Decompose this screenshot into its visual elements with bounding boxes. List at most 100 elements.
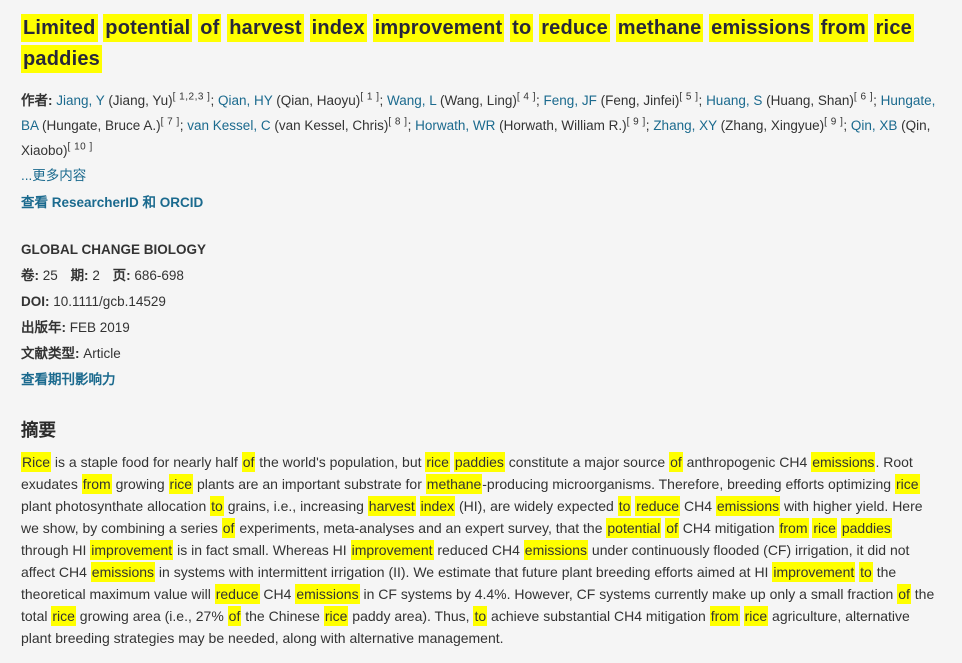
more-authors-line: ...更多内容 [21, 165, 941, 187]
researcherid-line: 查看 ResearcherID 和 ORCID [21, 192, 941, 214]
title-word-highlight: Limited [21, 14, 98, 42]
author-link[interactable]: Huang, S [706, 93, 762, 108]
highlighted-term: paddies [454, 452, 505, 472]
authors-list: Jiang, Y (Jiang, Yu)[ 1,2,3 ]; Qian, HY … [21, 93, 935, 158]
text-segment: is a staple food for nearly half [51, 454, 242, 470]
text-segment: plants are an important substrate for [193, 476, 426, 492]
author-link[interactable]: Horwath, WR [415, 118, 495, 133]
text-segment: experiments, meta-analyses and an expert… [235, 520, 606, 536]
author-link[interactable]: Feng, JF [544, 93, 597, 108]
doc-type-label: 文献类型: [21, 346, 80, 361]
title-word-highlight: from [819, 14, 868, 42]
highlighted-term: rice [169, 474, 194, 494]
title-word-highlight: harvest [227, 14, 304, 42]
issue-label: 期: [71, 268, 89, 283]
highlighted-term: to [210, 496, 224, 516]
author-separator: ; [843, 118, 851, 133]
text-segment: the Chinese [241, 608, 324, 624]
journal-impact-link[interactable]: 查看期刊影响力 [21, 372, 116, 387]
text-segment: through HI [21, 542, 90, 558]
highlighted-term: emissions [716, 496, 780, 516]
highlighted-term: potential [606, 518, 661, 538]
pub-year-value: FEB 2019 [70, 320, 130, 335]
author-superscript: [ 9 ] [824, 116, 843, 127]
text-segment: paddy area). Thus, [348, 608, 473, 624]
text-segment: CH4 [260, 586, 296, 602]
text-segment: -producing microorganisms. Therefore, br… [482, 476, 895, 492]
text-segment: reduced CH4 [434, 542, 524, 558]
author-superscript: [ 1,2,3 ] [173, 92, 211, 103]
journal-impact-line: 查看期刊影响力 [21, 370, 941, 390]
highlighted-term: of [665, 518, 679, 538]
text-segment: in CF systems by 4.4%. However, CF syste… [360, 586, 898, 602]
volume-issue-pages-line: 卷: 25 期: 2 页: 686-698 [21, 266, 941, 286]
author-link[interactable]: Jiang, Y [56, 93, 104, 108]
volume-value: 25 [43, 268, 58, 283]
author-fullname: (Jiang, Yu) [105, 93, 173, 108]
highlighted-term: to [618, 496, 632, 516]
author-separator: ; [536, 93, 544, 108]
highlighted-term: from [710, 606, 740, 626]
text-segment: the world's population, but [255, 454, 425, 470]
highlighted-term: improvement [90, 540, 173, 560]
title-word-highlight: improvement [373, 14, 505, 42]
doi-line: DOI: 10.1111/gcb.14529 [21, 292, 941, 312]
highlighted-term: methane [426, 474, 482, 494]
author-superscript: [ 8 ] [388, 116, 407, 127]
text-segment: growing area (i.e., 27% [76, 608, 228, 624]
pages-value: 686-698 [134, 268, 184, 283]
highlighted-term: emissions [811, 452, 875, 472]
author-fullname: (van Kessel, Chris) [271, 118, 389, 133]
highlighted-term: of [222, 518, 236, 538]
text-segment: CH4 [680, 498, 716, 514]
author-separator: ; [873, 93, 881, 108]
researcherid-orcid-link[interactable]: 查看 ResearcherID 和 ORCID [21, 195, 203, 210]
author-superscript: [ 5 ] [679, 92, 698, 103]
text-segment: achieve substantial CH4 mitigation [487, 608, 710, 624]
doc-type-line: 文献类型: Article [21, 344, 941, 364]
abstract-heading: 摘要 [21, 417, 941, 442]
highlighted-term: from [82, 474, 112, 494]
doi-label: DOI: [21, 294, 50, 309]
text-segment: (HI), are widely expected [455, 498, 618, 514]
author-separator: ; [210, 93, 218, 108]
more-authors-link[interactable]: ...更多内容 [21, 168, 86, 183]
highlighted-term: of [669, 452, 683, 472]
highlighted-term: emissions [91, 562, 155, 582]
issue-value: 2 [92, 268, 100, 283]
highlighted-term: of [242, 452, 256, 472]
text-segment: is in fact small. Whereas HI [173, 542, 350, 558]
highlighted-term: rice [51, 606, 76, 626]
author-fullname: (Hungate, Bruce A.) [38, 118, 160, 133]
highlighted-term: rice [324, 606, 349, 626]
journal-name: GLOBAL CHANGE BIOLOGY [21, 240, 941, 260]
text-segment: CH4 mitigation [679, 520, 779, 536]
highlighted-term: emissions [524, 540, 588, 560]
author-superscript: [ 6 ] [854, 92, 873, 103]
highlighted-term: paddies [841, 518, 892, 538]
author-fullname: (Wang, Ling) [436, 93, 517, 108]
text-segment: grains, i.e., increasing [224, 498, 368, 514]
pages-label: 页: [113, 268, 131, 283]
highlighted-term: to [473, 606, 487, 626]
doi-value: 10.1111/gcb.14529 [53, 294, 166, 309]
author-superscript: [ 10 ] [68, 141, 93, 152]
author-separator: ; [408, 118, 416, 133]
highlighted-term: harvest [368, 496, 416, 516]
author-link[interactable]: Wang, L [387, 93, 436, 108]
author-superscript: [ 9 ] [627, 116, 646, 127]
volume-label: 卷: [21, 268, 39, 283]
highlighted-term: reduce [215, 584, 260, 604]
author-link[interactable]: van Kessel, C [187, 118, 270, 133]
title-word-highlight: methane [616, 14, 704, 42]
author-superscript: [ 7 ] [161, 116, 180, 127]
highlighted-term: Rice [21, 452, 51, 472]
text-segment: in systems with intermittent irrigation … [155, 564, 772, 580]
highlighted-term: improvement [351, 540, 434, 560]
title-word-highlight: emissions [709, 14, 813, 42]
pub-year-line: 出版年: FEB 2019 [21, 318, 941, 338]
author-link[interactable]: Qian, HY [218, 93, 273, 108]
author-fullname: (Zhang, Xingyue) [717, 118, 824, 133]
author-link[interactable]: Zhang, XY [653, 118, 717, 133]
author-link[interactable]: Qin, XB [851, 118, 898, 133]
